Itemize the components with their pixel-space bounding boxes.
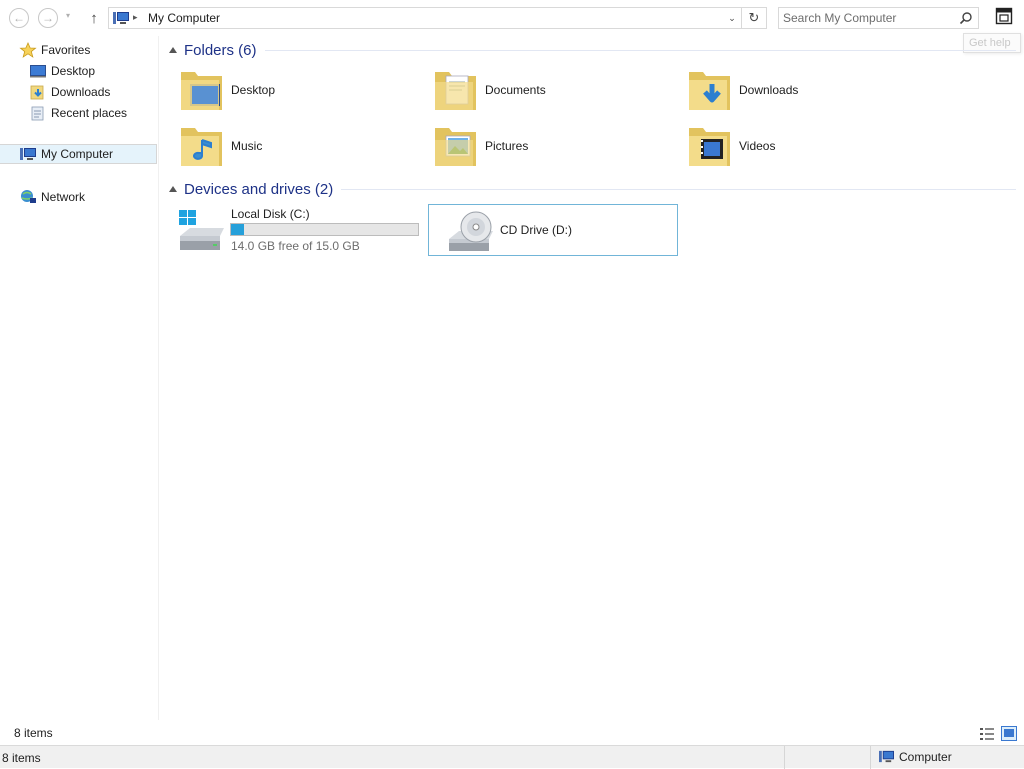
toolbar: ← → ▾ ↑ ▸ My Computer ⌄ ↻ Get help [0,0,1024,53]
nav-favorites[interactable]: Favorites [19,40,90,60]
search-input[interactable] [783,10,953,26]
group-title: Folders (6) [184,41,257,59]
drive-free-space: 14.0 GB free of 15.0 GB [231,239,360,253]
downloads-folder-icon [30,85,44,100]
nav-item-desktop[interactable]: Desktop [29,61,95,81]
nav-item-recent-places[interactable]: Recent places [29,103,127,123]
downloads-folder-icon [689,72,730,110]
navigation-pane: Favorites Desktop Downloads Recent place… [0,36,159,720]
window-layout-icon[interactable] [995,7,1013,25]
folder-tile-documents[interactable]: Documents [414,64,664,116]
item-count-row: 8 items [0,720,1024,744]
group-divider [264,49,1016,51]
up-button[interactable]: ↑ [85,8,103,28]
drive-tile-local-disk[interactable]: Local Disk (C:) 14.0 GB free of 15.0 GB [160,204,419,256]
drive-label: Local Disk (C:) [231,207,310,221]
videos-folder-icon [689,128,730,166]
arrow-up-icon: ↑ [90,9,98,27]
folders-group-header[interactable]: Folders (6) [168,40,1016,60]
status-bar: 8 items Computer [0,745,1024,769]
desktop-folder-icon [181,72,222,110]
drive-tile-cd-drive[interactable]: CD Drive (D:) [428,204,678,256]
nav-item-label: Network [41,190,86,204]
drive-usage-fill [231,224,244,235]
group-title: Devices and drives (2) [184,180,334,198]
music-folder-icon [181,128,222,166]
chevron-right-icon[interactable]: ▸ [133,12,138,23]
desktop-icon [30,65,46,78]
group-divider [341,188,1016,190]
address-bar[interactable]: ▸ My Computer ⌄ [108,7,742,29]
large-icons-view-icon[interactable] [1001,726,1017,741]
content-pane: Folders (6) Desktop Documents Downloads [160,36,1024,720]
refresh-button[interactable]: ↻ [741,7,767,29]
computer-icon [113,12,129,24]
computer-icon [20,148,36,160]
item-count: 8 items [14,726,53,740]
drives-group-header[interactable]: Devices and drives (2) [168,179,1016,199]
computer-icon [879,750,894,763]
local-disk-icon [179,210,224,250]
documents-folder-icon [435,72,476,110]
status-divider [784,746,785,769]
collapse-arrow-icon[interactable] [169,47,177,53]
drive-usage-bar [230,223,419,236]
back-button[interactable]: ← [9,8,29,28]
nav-item-label: Downloads [51,85,111,99]
details-view-icon[interactable] [979,727,995,741]
recent-locations-button[interactable]: ▾ [66,11,70,20]
folder-tile-videos[interactable]: Videos [668,120,918,172]
status-item-count: 8 items [2,751,41,765]
nav-item-label: Desktop [51,64,96,78]
folder-label: Videos [739,139,776,153]
pictures-folder-icon [435,128,476,166]
recent-places-icon [31,106,44,121]
address-dropdown-button[interactable]: ⌄ [723,8,741,28]
status-zone-label: Computer [899,749,952,764]
folder-tile-desktop[interactable]: Desktop [160,64,410,116]
refresh-icon: ↻ [748,10,760,25]
arrow-right-icon: → [42,11,54,25]
forward-button[interactable]: → [38,8,58,28]
star-icon [19,42,37,58]
folder-label: Desktop [231,83,276,97]
collapse-arrow-icon[interactable] [169,186,177,192]
folder-label: Downloads [739,83,799,97]
folder-label: Documents [485,83,546,97]
nav-item-label: My Computer [41,147,114,161]
search-box[interactable] [778,7,979,29]
folder-tile-music[interactable]: Music [160,120,410,172]
arrow-left-icon: ← [13,11,25,25]
folder-tile-pictures[interactable]: Pictures [414,120,664,172]
address-text[interactable]: My Computer [148,11,220,25]
drive-label: CD Drive (D:) [500,223,572,237]
nav-item-label: Recent places [51,106,128,120]
status-zone: Computer [878,749,952,764]
nav-item-downloads[interactable]: Downloads [29,82,110,102]
status-divider [870,746,871,769]
folder-label: Pictures [485,139,529,153]
network-icon [21,190,36,203]
folder-label: Music [231,139,263,153]
nav-item-my-computer[interactable]: My Computer [0,144,157,164]
folder-tile-downloads[interactable]: Downloads [668,64,918,116]
nav-favorites-label: Favorites [41,43,91,57]
search-icon[interactable] [959,11,973,25]
cd-drive-icon [449,211,493,251]
nav-item-network[interactable]: Network [19,187,85,207]
